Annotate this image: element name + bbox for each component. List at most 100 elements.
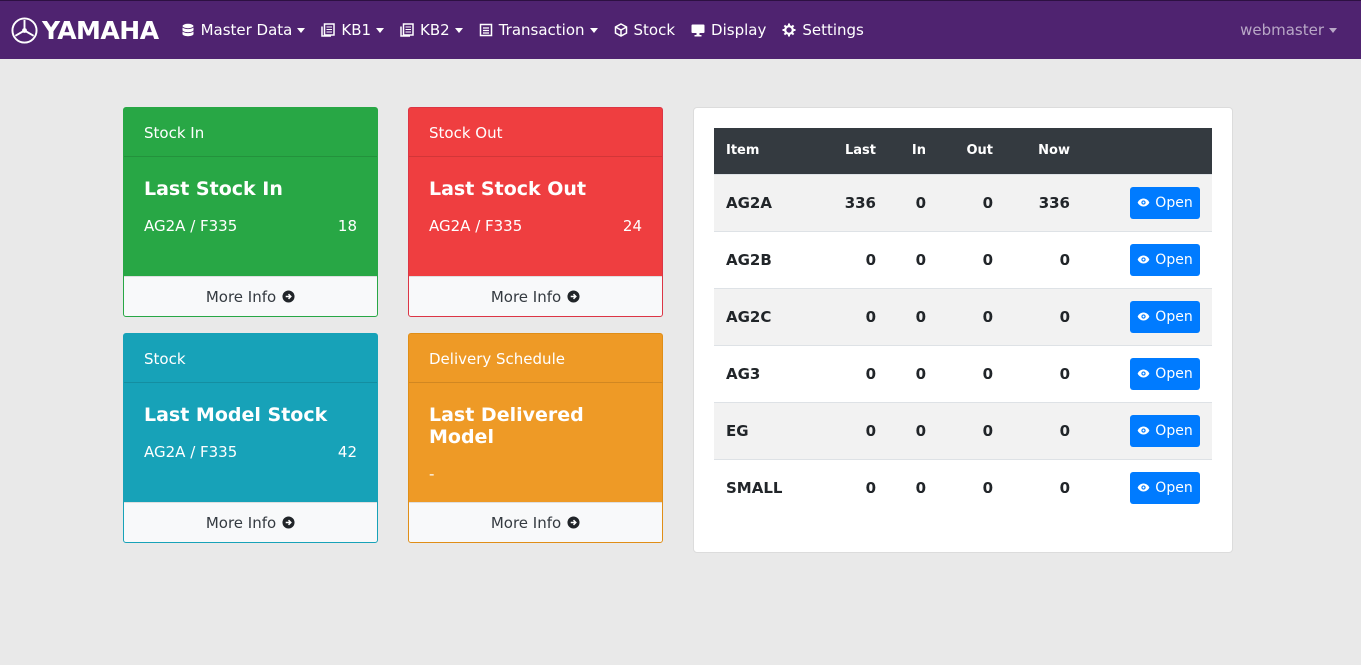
user-menu[interactable]: webmaster <box>1240 21 1337 39</box>
row-out: 0 <box>982 421 993 440</box>
nav-transaction[interactable]: Transaction <box>479 21 598 39</box>
nav-settings-label: Settings <box>802 21 864 39</box>
stock-table-panel: Item Last In Out Now AG2A 336 0 0 336 Open AG2… <box>693 107 1233 553</box>
arrow-circle-right-icon <box>282 516 295 529</box>
header-now: Now <box>1038 143 1070 159</box>
nav-display-label: Display <box>711 21 767 39</box>
row-last: 0 <box>865 250 876 269</box>
arrow-circle-right-icon <box>282 290 295 303</box>
stock-in-header: Stock In <box>124 108 377 157</box>
stock-model: AG2A / F335 <box>144 443 238 461</box>
table-row: SMALL 0 0 0 0 Open <box>714 459 1212 516</box>
row-now: 0 <box>1059 307 1070 326</box>
brand-text: YAMAHA <box>42 15 159 45</box>
stock-out-qty: 24 <box>622 217 642 235</box>
row-item: AG2A <box>726 193 772 212</box>
row-out: 0 <box>982 478 993 497</box>
eye-icon <box>1137 198 1150 207</box>
row-out: 0 <box>982 193 993 212</box>
nav-display[interactable]: Display <box>691 21 766 39</box>
row-last: 0 <box>865 421 876 440</box>
eye-icon <box>1137 312 1150 321</box>
row-item: SMALL <box>726 478 783 497</box>
row-action-cell: Open <box>1082 288 1212 345</box>
table-row: AG2A 336 0 0 336 Open <box>714 174 1212 231</box>
nav-master-data[interactable]: Master Data <box>181 21 306 39</box>
nav-stock[interactable]: Stock <box>614 21 675 39</box>
row-now: 336 <box>1038 193 1070 212</box>
open-button[interactable]: Open <box>1130 186 1200 219</box>
stock-out-more-info-link[interactable]: More Info <box>409 276 662 316</box>
open-button[interactable]: Open <box>1130 300 1200 333</box>
stock-out-card: Stock Out Last Stock Out AG2A / F335 24 … <box>408 107 663 317</box>
chevron-down-icon <box>589 27 598 33</box>
header-last: Last <box>844 143 876 159</box>
open-button-label: Open <box>1155 365 1193 382</box>
row-in: 0 <box>915 193 926 212</box>
open-button[interactable]: Open <box>1130 414 1200 447</box>
nav-kb1-label: KB1 <box>341 21 372 39</box>
gear-icon <box>782 23 796 37</box>
delivery-schedule-card: Delivery Schedule Last Delivered Model -… <box>408 333 663 543</box>
cube-icon <box>614 23 627 37</box>
row-now: 0 <box>1059 478 1070 497</box>
brand-logo[interactable]: YAMAHA <box>11 16 159 45</box>
row-last: 0 <box>865 307 876 326</box>
open-button[interactable]: Open <box>1130 357 1200 390</box>
delivery-more-info-link[interactable]: More Info <box>409 502 662 542</box>
stock-in-model: AG2A / F335 <box>144 217 238 235</box>
row-last: 0 <box>865 364 876 383</box>
more-info-label: More Info <box>205 287 277 306</box>
eye-icon <box>1137 426 1150 435</box>
nav-master-data-label: Master Data <box>200 21 293 39</box>
stock-out-header: Stock Out <box>409 108 662 157</box>
stock-card: Stock Last Model Stock AG2A / F335 42 Mo… <box>123 333 378 543</box>
yamaha-tuning-forks-icon <box>11 16 38 44</box>
stock-in-card: Stock In Last Stock In AG2A / F335 18 Mo… <box>123 107 378 317</box>
stock-title: Last Model Stock <box>144 404 328 426</box>
row-action-cell: Open <box>1082 174 1212 231</box>
row-action-cell: Open <box>1082 231 1212 288</box>
open-button-label: Open <box>1155 308 1193 325</box>
delivery-title: Last Delivered Model <box>429 404 584 448</box>
stock-table-body: AG2A 336 0 0 336 Open AG2B 0 0 0 0 Open AG2C 0 0 0 0 Open… <box>714 174 1212 516</box>
nav-transaction-label: Transaction <box>498 21 585 39</box>
table-header-row: Item Last In Out Now <box>714 128 1212 174</box>
stock-in-more-info-link[interactable]: More Info <box>124 276 377 316</box>
stock-more-info-link[interactable]: More Info <box>124 502 377 542</box>
nav-kb2[interactable]: KB2 <box>400 21 463 39</box>
open-button-label: Open <box>1155 251 1193 268</box>
delivery-model: - <box>429 465 435 483</box>
stock-out-model: AG2A / F335 <box>429 217 523 235</box>
row-action-cell: Open <box>1082 402 1212 459</box>
nav-kb1[interactable]: KB1 <box>321 21 385 39</box>
stock-table: Item Last In Out Now AG2A 336 0 0 336 Open AG2… <box>714 128 1212 516</box>
top-navbar: YAMAHA Master Data KB1 KB2 Transaction S… <box>0 0 1361 59</box>
table-row: AG2C 0 0 0 0 Open <box>714 288 1212 345</box>
row-action-cell: Open <box>1082 345 1212 402</box>
row-in: 0 <box>915 364 926 383</box>
nav-settings[interactable]: Settings <box>782 21 864 39</box>
row-in: 0 <box>915 421 926 440</box>
list-icon <box>479 23 492 37</box>
open-button[interactable]: Open <box>1130 471 1200 504</box>
open-button-label: Open <box>1155 479 1193 496</box>
row-item: AG2B <box>726 250 772 269</box>
table-row: EG 0 0 0 0 Open <box>714 402 1212 459</box>
desktop-icon <box>691 24 705 37</box>
row-now: 0 <box>1059 250 1070 269</box>
copy-icon <box>321 23 336 37</box>
row-action-cell: Open <box>1082 459 1212 516</box>
eye-icon <box>1137 369 1150 378</box>
open-button[interactable]: Open <box>1130 243 1200 276</box>
open-button-label: Open <box>1155 194 1193 211</box>
more-info-label: More Info <box>205 513 277 532</box>
row-in: 0 <box>915 478 926 497</box>
row-item: AG3 <box>726 364 761 383</box>
chevron-down-icon <box>297 27 306 33</box>
chevron-down-icon <box>376 27 385 33</box>
nav-kb2-label: KB2 <box>420 21 450 39</box>
row-last: 0 <box>865 478 876 497</box>
chevron-down-icon <box>454 27 463 33</box>
header-in: In <box>911 143 926 159</box>
